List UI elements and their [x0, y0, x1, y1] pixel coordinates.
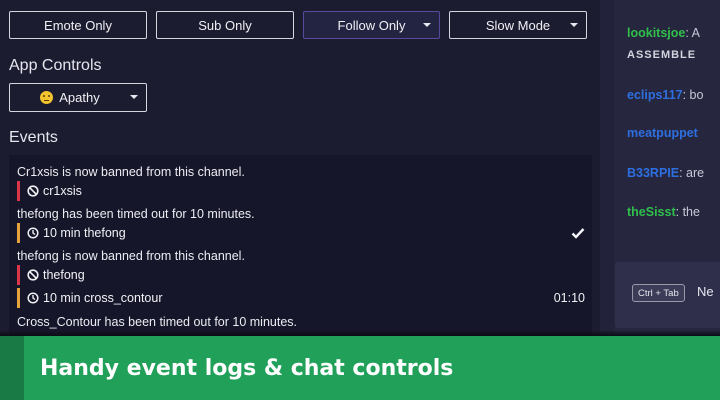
- banner-accent: [0, 336, 24, 400]
- clock-icon: [27, 292, 39, 304]
- sub-only-button[interactable]: Sub Only: [156, 11, 294, 39]
- keyboard-hint: Ctrl + Tab Ne: [615, 262, 720, 328]
- clock-icon: [27, 227, 39, 239]
- timeout-tag[interactable]: 10 min thefong: [17, 223, 126, 243]
- events-heading: Events: [9, 129, 58, 146]
- caret-down-icon: [570, 23, 578, 27]
- event-message: thefong is now banned from this channel.: [17, 249, 245, 263]
- event-message: Cr1xsis is now banned from this channel.: [17, 165, 245, 179]
- events-log[interactable]: Cr1xsis is now banned from this channel.…: [9, 155, 592, 340]
- chat-message: theSisst: the: [627, 205, 700, 219]
- ban-icon: [27, 185, 39, 197]
- caret-down-icon: [423, 23, 431, 27]
- ctrl-tab-key: Ctrl + Tab: [632, 284, 685, 302]
- chat-message-continued: ASSEMBLE: [627, 49, 697, 61]
- ban-tag[interactable]: thefong: [17, 265, 85, 285]
- hint-text: Ne: [697, 284, 714, 299]
- slow-mode-dropdown[interactable]: Slow Mode: [449, 11, 587, 39]
- timeout-tag[interactable]: 10 min cross_contour: [17, 288, 163, 308]
- neutral-face-icon: [40, 91, 54, 104]
- chat-message: B33RPIE: are: [627, 166, 705, 180]
- app-controls-heading: App Controls: [9, 57, 102, 74]
- chat-message: eclips117: bo: [627, 88, 704, 102]
- mood-dropdown[interactable]: Apathy: [9, 83, 147, 112]
- caption-banner: Handy event logs & chat controls: [0, 336, 720, 400]
- emote-only-button[interactable]: Emote Only: [9, 11, 147, 39]
- follow-only-dropdown[interactable]: Follow Only: [303, 11, 440, 39]
- chat-mode-buttons: Emote Only Sub Only Follow Only Slow Mod…: [9, 11, 587, 39]
- event-message: Cross_Contour has been timed out for 10 …: [17, 315, 298, 329]
- event-time: 01:10: [553, 291, 585, 305]
- banner-title: Handy event logs & chat controls: [40, 355, 454, 381]
- caret-down-icon: [130, 95, 138, 99]
- event-message: thefong has been timed out for 10 minute…: [17, 207, 255, 221]
- chat-message: meatpuppet: [627, 126, 698, 140]
- ban-icon: [27, 269, 39, 281]
- ban-tag[interactable]: cr1xsis: [17, 181, 82, 201]
- mood-label: Apathy: [59, 90, 100, 105]
- chat-message: lookitsjoe: A: [627, 26, 700, 40]
- check-icon: [571, 228, 585, 239]
